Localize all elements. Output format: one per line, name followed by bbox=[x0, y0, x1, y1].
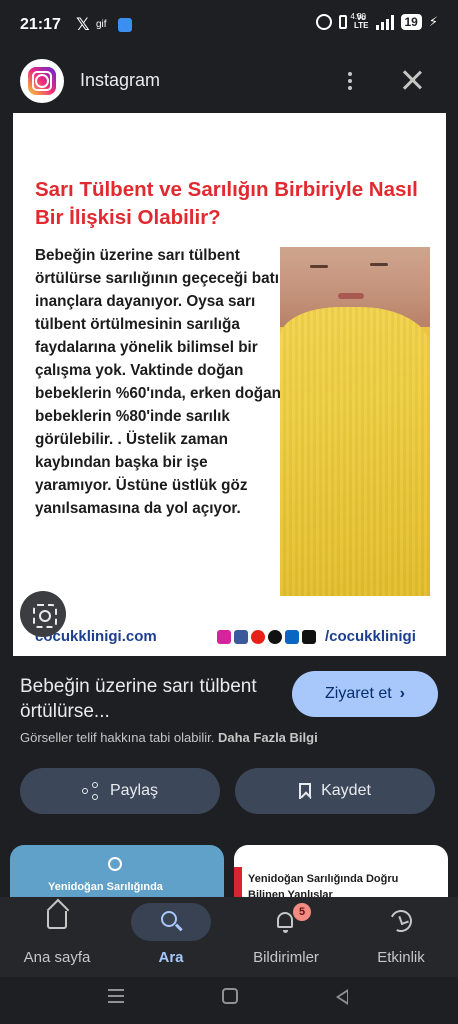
vibrate-icon bbox=[338, 15, 347, 29]
copyright-text: Görseller telif hakkına tabi olabilir. bbox=[20, 730, 215, 745]
youtube-icon bbox=[251, 630, 265, 644]
bottom-navigation: Ana sayfa Ara 5 Bildirimler Etkinlik bbox=[0, 897, 458, 977]
search-icon bbox=[161, 911, 177, 927]
x-icon bbox=[268, 630, 282, 644]
instagram-avatar[interactable] bbox=[20, 59, 64, 103]
share-label: Paylaş bbox=[109, 782, 159, 799]
nav-home[interactable]: Ana sayfa bbox=[0, 897, 114, 977]
visit-label: Ziyaret et bbox=[324, 685, 392, 702]
source-header: Instagram bbox=[0, 52, 458, 110]
save-label: Kaydet bbox=[321, 782, 371, 799]
more-info-link[interactable]: Daha Fazla Bilgi bbox=[218, 730, 318, 745]
network-speed: 4.50 bbox=[350, 12, 366, 21]
baby-photo bbox=[280, 247, 430, 596]
post-image[interactable]: Sarı Tülbent ve Sarılığın Birbiriyle Nas… bbox=[13, 113, 446, 656]
close-button[interactable] bbox=[398, 66, 426, 94]
bookmark-icon bbox=[299, 783, 312, 799]
status-icons: Vo LTE 4.50 19 ⚡ bbox=[315, 12, 438, 30]
related-result-card[interactable]: Yenidoğan Sarılığında bbox=[10, 845, 224, 900]
battery-indicator: 19 bbox=[400, 14, 422, 30]
x-notification-icon: 𝕏 bbox=[76, 15, 90, 34]
related-title: Yenidoğan Sarılığında bbox=[48, 881, 163, 893]
related-result-card[interactable]: Yenidoğan Sarılığında Doğru Bilinen Yanl… bbox=[234, 845, 448, 900]
source-title: Instagram bbox=[80, 70, 161, 90]
charging-icon: ⚡ bbox=[428, 14, 438, 29]
system-navigation bbox=[0, 977, 458, 1024]
status-bar: 21:17 𝕏 gif Vo LTE 4.50 19 ⚡ bbox=[0, 0, 458, 52]
result-title[interactable]: Bebeğin üzerine sarı tülbent örtülürse..… bbox=[20, 674, 280, 724]
back-icon[interactable] bbox=[336, 989, 348, 1005]
nav-search[interactable]: Ara bbox=[114, 897, 228, 977]
nav-label: Ara bbox=[158, 949, 184, 966]
home-icon bbox=[47, 911, 67, 929]
instagram-icon bbox=[217, 630, 231, 644]
social-icons bbox=[217, 630, 316, 644]
share-icon bbox=[81, 782, 100, 800]
post-body-text: Bebeğin üzerine sarı tülbent örtülürse s… bbox=[35, 247, 284, 517]
facebook-icon bbox=[234, 630, 248, 644]
nav-label: Bildirimler bbox=[253, 949, 319, 966]
more-options-button[interactable] bbox=[338, 66, 362, 96]
yellow-cloth bbox=[280, 307, 430, 596]
save-button[interactable]: Kaydet bbox=[235, 768, 435, 814]
linkedin-icon bbox=[285, 630, 299, 644]
nav-label: Etkinlik bbox=[377, 949, 425, 966]
nav-notifications[interactable]: 5 Bildirimler bbox=[229, 897, 343, 977]
alarm-icon bbox=[315, 14, 332, 30]
recent-apps-icon[interactable] bbox=[108, 989, 126, 1003]
tiktok-icon bbox=[302, 630, 316, 644]
accent-bar bbox=[234, 867, 242, 900]
home-button-icon[interactable] bbox=[222, 988, 238, 1004]
nav-label: Ana sayfa bbox=[23, 949, 91, 966]
related-title: Yenidoğan Sarılığında Doğru Bilinen Yanl… bbox=[248, 873, 399, 900]
post-title: Sarı Tülbent ve Sarılığın Birbiriyle Nas… bbox=[35, 178, 418, 229]
copyright-notice: Görseller telif hakkına tabi olabilir. D… bbox=[20, 730, 318, 745]
app-notification-icon bbox=[118, 18, 132, 32]
visit-button[interactable]: Ziyaret et › bbox=[292, 671, 438, 717]
post-handle: /cocukklinigi bbox=[325, 628, 416, 645]
post-footer: cocukklinigi.com /cocukklinigi bbox=[35, 628, 435, 650]
chevron-right-icon: › bbox=[399, 685, 405, 702]
bell-icon bbox=[277, 912, 293, 933]
lens-search-button[interactable] bbox=[20, 591, 66, 637]
notification-badge: 5 bbox=[293, 903, 311, 921]
nav-activity[interactable]: Etkinlik bbox=[344, 897, 458, 977]
logo-icon bbox=[108, 857, 122, 871]
gif-notification-icon: gif bbox=[96, 19, 107, 30]
activity-icon bbox=[386, 906, 416, 936]
instagram-logo-icon bbox=[28, 67, 56, 95]
status-time: 21:17 bbox=[20, 16, 61, 33]
share-button[interactable]: Paylaş bbox=[20, 768, 220, 814]
signal-icon bbox=[375, 14, 394, 30]
